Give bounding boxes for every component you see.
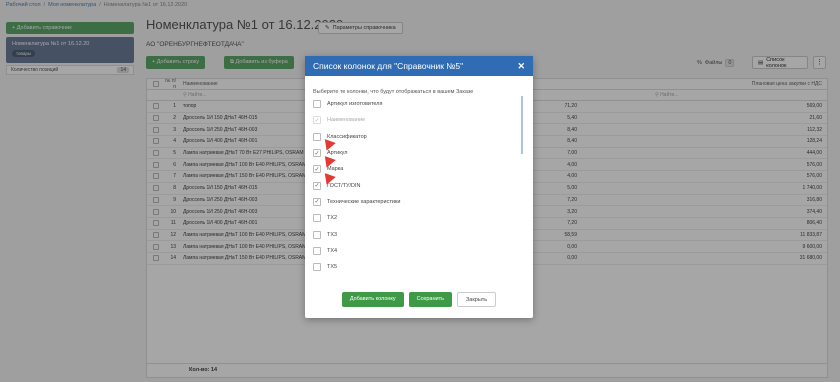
close-button[interactable]: Закрыть — [456, 292, 497, 307]
option-checkbox[interactable]: ✓ — [313, 149, 321, 158]
option-checkbox[interactable] — [313, 214, 321, 223]
column-option: ✓ Наименование — [313, 112, 525, 128]
modal-title: Список колонок для "Справочник №5" — [313, 61, 464, 71]
column-option[interactable]: ✓ Технические характеристики — [313, 194, 525, 210]
option-checkbox[interactable]: ✓ — [313, 181, 321, 190]
modal-scrollbar[interactable] — [521, 96, 523, 154]
option-label: TX2 — [327, 215, 338, 222]
option-checkbox: ✓ — [313, 116, 321, 125]
option-label: ГОСТ/ТУ/DIN — [327, 182, 361, 189]
column-option[interactable]: ✓ ГОСТ/ТУ/DIN — [313, 177, 525, 193]
option-checkbox[interactable] — [313, 246, 321, 255]
option-label: TX3 — [327, 231, 338, 238]
option-checkbox[interactable] — [313, 230, 321, 239]
option-label: Наименование — [327, 117, 366, 124]
column-option[interactable]: TX4 — [313, 243, 525, 259]
column-option[interactable]: Классификатор — [313, 129, 525, 145]
save-button[interactable]: Сохранить — [408, 292, 452, 307]
option-checkbox[interactable] — [313, 100, 321, 109]
column-option[interactable]: TX5 — [313, 259, 525, 275]
option-label: TX5 — [327, 264, 338, 271]
option-checkbox[interactable] — [313, 263, 321, 272]
option-label: Артикул изготовителя — [327, 101, 383, 108]
column-option[interactable]: Артикул изготовителя — [313, 96, 525, 112]
column-options-list: Артикул изготовителя ✓ Наименование Классиф… — [313, 96, 525, 278]
option-checkbox[interactable]: ✓ — [313, 165, 321, 174]
modal-footer: Добавить колонку Сохранить Закрыть — [305, 292, 533, 307]
option-label: TX4 — [327, 247, 338, 254]
column-option[interactable]: TX2 — [313, 210, 525, 226]
close-icon[interactable]: ✕ — [517, 61, 525, 72]
column-option[interactable]: TX3 — [313, 226, 525, 242]
columns-modal: Список колонок для "Справочник №5" ✕ Выб… — [305, 56, 533, 318]
option-label: Технические характеристики — [327, 198, 401, 205]
column-option[interactable]: ✓ Марка — [313, 161, 525, 177]
option-checkbox[interactable] — [313, 132, 321, 141]
modal-header: Список колонок для "Справочник №5" ✕ — [305, 56, 533, 76]
add-column-button[interactable]: Добавить колонку — [341, 292, 404, 307]
modal-description: Выберите те колонки, что будут отображат… — [313, 89, 474, 95]
option-checkbox[interactable]: ✓ — [313, 197, 321, 206]
column-option[interactable]: ✓ Артикул — [313, 145, 525, 161]
